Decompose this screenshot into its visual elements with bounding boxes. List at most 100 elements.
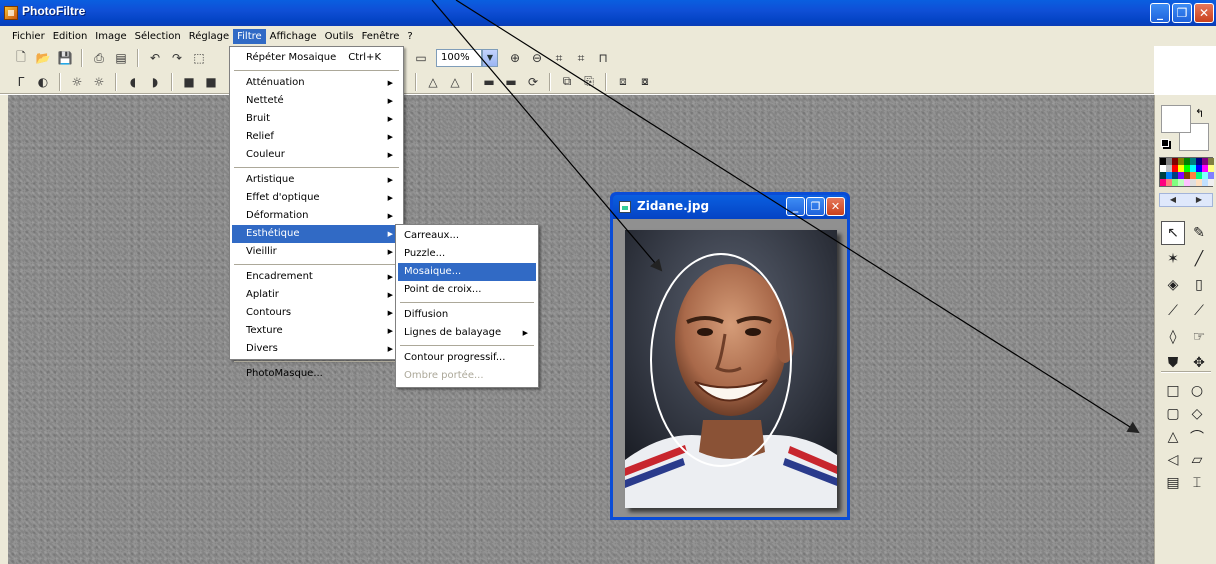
restore-button[interactable]: ❐ <box>1172 3 1192 23</box>
rounded-rect-select-icon[interactable]: ▢ <box>1161 402 1185 425</box>
rotate-icon[interactable]: ⟳ <box>525 74 541 90</box>
auto-levels-icon[interactable]: Γ <box>13 74 29 90</box>
foreground-color-swatch[interactable] <box>1161 105 1191 133</box>
menu-esthetique[interactable]: Esthétique ▶ <box>232 225 401 243</box>
brightness-minus-icon[interactable]: ☼ <box>69 74 85 90</box>
menu-deformation[interactable]: Déformation ▶ <box>232 207 401 225</box>
image-minimize-button[interactable]: _ <box>786 197 805 216</box>
print-icon[interactable]: ⎙ <box>91 50 107 66</box>
fullscreen-icon[interactable]: ⊓ <box>595 50 611 66</box>
menu-contours[interactable]: Contours ▶ <box>232 304 401 322</box>
menu-bruit[interactable]: Bruit ▶ <box>232 110 401 128</box>
menu-selection[interactable]: Sélection <box>131 29 185 44</box>
menu-vieillir[interactable]: Vieillir ▶ <box>232 243 401 261</box>
palette-prev-icon[interactable]: ◀ <box>1170 194 1176 206</box>
image-window[interactable]: Zidane.jpg _ ❐ ✕ <box>610 192 850 520</box>
app-title-bar[interactable]: PhotoFiltre _ ❐ ✕ <box>0 0 1216 26</box>
menu-affichage[interactable]: Affichage <box>266 29 321 44</box>
brightness-plus-icon[interactable]: ☼ <box>91 74 107 90</box>
submenu-lignes-de-balayage[interactable]: Lignes de balayage ▶ <box>398 324 536 342</box>
menu-divers[interactable]: Divers ▶ <box>232 340 401 358</box>
menu-attenuation[interactable]: Atténuation ▶ <box>232 74 401 92</box>
submenu-puzzle[interactable]: Puzzle... <box>398 245 536 263</box>
flip-horizontal-icon[interactable]: ▬ <box>481 74 497 90</box>
rectangle-select-icon[interactable]: □ <box>1161 379 1185 402</box>
ellipse-select-icon[interactable]: ○ <box>1185 379 1209 402</box>
selection-pointer-icon[interactable]: ↖ <box>1161 221 1185 245</box>
flip-vertical-icon[interactable]: ▬ <box>503 74 519 90</box>
image-window-title-bar[interactable]: Zidane.jpg _ ❐ ✕ <box>613 195 847 219</box>
menu-relief[interactable]: Relief ▶ <box>232 128 401 146</box>
blur-drop-icon[interactable]: ◊ <box>1161 325 1185 349</box>
auto-contrast-icon[interactable]: ◐ <box>35 74 51 90</box>
color-swatch[interactable] <box>1208 158 1214 165</box>
triangle-select-icon[interactable]: △ <box>1161 425 1185 448</box>
polygon-select-icon[interactable]: ◁ <box>1161 448 1185 471</box>
text-cursor-icon[interactable]: ⌶ <box>1185 471 1209 494</box>
fit-window-icon[interactable]: ⌗ <box>551 50 567 66</box>
minimize-button[interactable]: _ <box>1150 3 1170 23</box>
menu-filtre[interactable]: Filtre <box>233 28 266 44</box>
close-button[interactable]: ✕ <box>1194 3 1214 23</box>
menu-outils[interactable]: Outils <box>321 29 358 44</box>
copy-icon[interactable]: ⧉ <box>559 74 575 90</box>
lasso-icon[interactable]: ⌒ <box>1185 425 1209 448</box>
color-palette-grid[interactable] <box>1159 157 1214 187</box>
menu-image[interactable]: Image <box>91 29 130 44</box>
saturation-plus-icon[interactable]: ■ <box>203 74 219 90</box>
finger-smudge-icon[interactable]: ☞ <box>1187 325 1211 349</box>
reset-colors-icon[interactable] <box>1161 139 1169 147</box>
color-swatch[interactable] <box>1208 172 1214 179</box>
submenu-point-de-croix[interactable]: Point de croix... <box>398 281 536 299</box>
actual-size-icon[interactable]: ⌗ <box>573 50 589 66</box>
scan-icon[interactable]: ▤ <box>113 50 129 66</box>
resize-canvas-icon[interactable]: ⧇ <box>637 74 653 90</box>
color-swatch[interactable] <box>1208 179 1214 186</box>
contrast-plus-icon[interactable]: ◗ <box>147 74 163 90</box>
text-block-icon[interactable]: ▤ <box>1161 471 1185 494</box>
menu-edition[interactable]: Edition <box>49 29 92 44</box>
paste-new-icon[interactable]: ⎘ <box>581 74 597 90</box>
diamond-select-icon[interactable]: ◇ <box>1185 402 1209 425</box>
paste-icon[interactable]: ⬚ <box>191 50 207 66</box>
menu-fenetre[interactable]: Fenêtre <box>358 29 404 44</box>
chevron-down-icon[interactable]: ▼ <box>482 49 498 67</box>
resize-image-icon[interactable]: ⧈ <box>615 74 631 90</box>
menu-couleur[interactable]: Couleur ▶ <box>232 146 401 164</box>
menu-effet-optique[interactable]: Effet d'optique ▶ <box>232 189 401 207</box>
sharpen-icon[interactable]: △ <box>447 74 463 90</box>
advanced-brush-icon[interactable]: ⟋ <box>1187 299 1211 323</box>
magic-wand-icon[interactable]: ✶ <box>1161 247 1185 271</box>
pipette-icon[interactable]: ✎ <box>1187 221 1211 245</box>
fill-bucket-icon[interactable]: ◈ <box>1161 273 1185 297</box>
menu-photomasque[interactable]: PhotoMasque... <box>232 365 401 383</box>
save-icon[interactable]: 💾 <box>57 50 73 66</box>
submenu-contour-progressif[interactable]: Contour progressif... <box>398 349 536 367</box>
menu-fichier[interactable]: Fichier <box>8 29 49 44</box>
photo-canvas[interactable] <box>625 230 837 508</box>
open-folder-icon[interactable]: 📂 <box>35 50 51 66</box>
new-file-icon[interactable]: 🗋 <box>13 50 29 66</box>
brush-icon[interactable]: ⟋ <box>1161 299 1185 323</box>
submenu-mosaique[interactable]: Mosaique... <box>398 263 536 281</box>
menu-reglage[interactable]: Réglage <box>185 29 233 44</box>
zoom-select[interactable]: 100% <box>436 49 482 67</box>
menu-texture[interactable]: Texture ▶ <box>232 322 401 340</box>
menu-repeat-mosaique[interactable]: Répéter Mosaique Ctrl+K <box>232 49 401 67</box>
load-shape-icon[interactable]: ▱ <box>1185 448 1209 471</box>
saturation-minus-icon[interactable]: ■ <box>181 74 197 90</box>
menu-help[interactable]: ? <box>403 29 416 44</box>
menu-encadrement[interactable]: Encadrement ▶ <box>232 268 401 286</box>
line-icon[interactable]: ╱ <box>1187 247 1211 271</box>
submenu-carreaux[interactable]: Carreaux... <box>398 227 536 245</box>
swap-colors-icon[interactable]: ↰ <box>1195 107 1204 120</box>
zoom-in-icon[interactable]: ⊕ <box>507 50 523 66</box>
undo-icon[interactable]: ↶ <box>147 50 163 66</box>
menu-aplatir[interactable]: Aplatir ▶ <box>232 286 401 304</box>
submenu-diffusion[interactable]: Diffusion <box>398 306 536 324</box>
blur-icon[interactable]: △ <box>425 74 441 90</box>
contrast-minus-icon[interactable]: ◖ <box>125 74 141 90</box>
palette-next-icon[interactable]: ▶ <box>1196 194 1202 206</box>
menu-artistique[interactable]: Artistique ▶ <box>232 171 401 189</box>
workspace-canvas-area[interactable] <box>8 95 1154 564</box>
